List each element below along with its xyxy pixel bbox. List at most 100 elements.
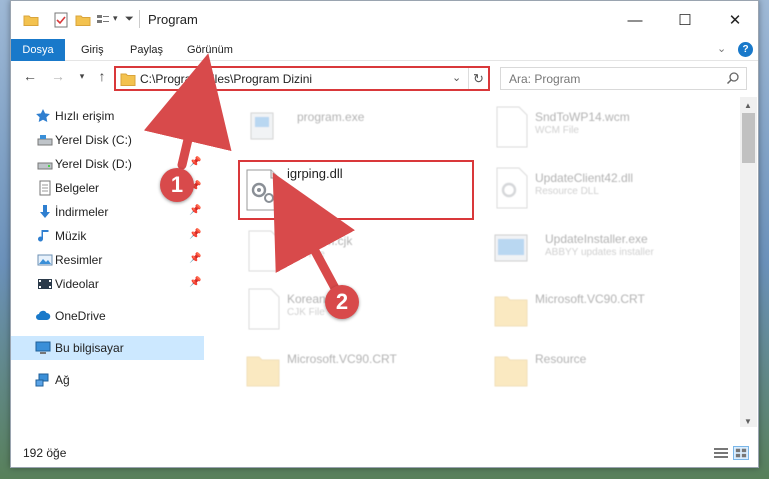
customize-toolbar-icon[interactable] bbox=[95, 12, 111, 28]
file-list: program.exe igrping.dll FileForm.cjk CJK… bbox=[211, 97, 741, 427]
new-folder-icon[interactable] bbox=[75, 12, 91, 28]
properties-icon[interactable] bbox=[53, 12, 69, 28]
details-view-icon[interactable] bbox=[713, 446, 729, 460]
title-bar: ▾ ⏷ Program — ☐ ✕ bbox=[11, 1, 758, 39]
maximize-button[interactable]: ☐ bbox=[662, 1, 708, 39]
back-arrow-icon[interactable]: ← bbox=[21, 68, 39, 88]
quick-access-menu-icon[interactable]: ⏷ bbox=[125, 13, 134, 26]
file-name: UpdateClient42.dll bbox=[535, 171, 634, 185]
sidebar-item-label: Resimler bbox=[55, 253, 103, 267]
pin-icon[interactable]: 📌 bbox=[189, 253, 201, 264]
help-icon[interactable]: ? bbox=[738, 42, 753, 57]
window-title: Program bbox=[148, 12, 198, 27]
chevron-down-icon[interactable]: ▾ bbox=[113, 13, 118, 24]
sidebar-item-videos[interactable]: Videolar 📌 bbox=[11, 272, 204, 296]
navigation-pane: Hızlı erişim Yerel Disk (C:) 📌 Yerel Dis… bbox=[11, 97, 204, 427]
close-button[interactable]: ✕ bbox=[712, 1, 758, 39]
file-item[interactable]: program.exe bbox=[239, 99, 474, 151]
sidebar-item-pictures[interactable]: Resimler 📌 bbox=[11, 248, 204, 272]
sidebar-item-label: İndirmeler bbox=[55, 205, 109, 219]
sidebar-item-label: Bu bilgisayar bbox=[55, 341, 124, 355]
dll-file-icon bbox=[496, 167, 528, 209]
vertical-scrollbar[interactable]: ▲ ▼ bbox=[740, 97, 757, 427]
pin-icon[interactable]: 📌 bbox=[189, 205, 201, 216]
file-icon bbox=[248, 230, 280, 272]
sidebar-item-local-disk-c[interactable]: Yerel Disk (C:) 📌 bbox=[11, 128, 204, 152]
file-item[interactable]: UpdateClient42.dll Resource DLL bbox=[487, 160, 722, 212]
pin-icon[interactable]: 📌 bbox=[189, 229, 201, 240]
downloads-icon bbox=[40, 205, 50, 218]
file-name: UpdateInstaller.exe bbox=[545, 232, 648, 246]
tab-view[interactable]: Görünüm bbox=[187, 39, 233, 61]
folder-name: Microsoft.VC90.CRT bbox=[287, 352, 397, 366]
sidebar-item-label: Hızlı erişim bbox=[55, 109, 115, 123]
pin-icon[interactable]: 📌 bbox=[189, 133, 201, 144]
pin-icon[interactable]: 📌 bbox=[189, 157, 201, 168]
computer-icon bbox=[35, 341, 51, 354]
search-icon bbox=[726, 72, 739, 85]
scrollbar-thumb[interactable] bbox=[742, 113, 755, 163]
file-name: program.exe bbox=[297, 110, 365, 124]
file-item-selected[interactable]: igrping.dll bbox=[239, 162, 474, 214]
step-marker-2: 2 bbox=[325, 285, 359, 319]
folder-icon bbox=[494, 356, 528, 387]
search-input[interactable]: Ara: Program bbox=[500, 67, 747, 90]
tiles-view-icon[interactable] bbox=[733, 446, 749, 460]
tab-share[interactable]: Paylaş bbox=[130, 39, 163, 61]
sidebar-item-label: Yerel Disk (C:) bbox=[55, 133, 132, 147]
sidebar-item-downloads[interactable]: İndirmeler 📌 bbox=[11, 200, 204, 224]
star-icon bbox=[36, 109, 50, 122]
sidebar-item-label: Belgeler bbox=[55, 181, 100, 195]
sidebar-item-label: Yerel Disk (D:) bbox=[55, 157, 132, 171]
folder-icon bbox=[120, 73, 136, 86]
music-icon bbox=[38, 230, 49, 242]
folder-item[interactable]: Microsoft.VC90.CRT bbox=[239, 341, 474, 393]
file-type: Resource DLL bbox=[535, 186, 599, 197]
sidebar-item-label: OneDrive bbox=[55, 309, 106, 323]
minimize-button[interactable]: — bbox=[612, 1, 658, 39]
drive-icon bbox=[37, 162, 53, 170]
documents-icon bbox=[39, 180, 51, 196]
folder-item[interactable]: Microsoft.VC90.CRT bbox=[487, 281, 722, 333]
up-arrow-icon[interactable]: ↑ bbox=[93, 68, 111, 88]
file-item[interactable]: FileForm.cjk CJK File bbox=[239, 223, 474, 275]
pin-icon[interactable]: 📌 bbox=[189, 277, 201, 288]
status-bar: 192 öğe bbox=[11, 441, 758, 467]
file-item[interactable]: UpdateInstaller.exe ABBYY updates instal… bbox=[487, 221, 722, 273]
file-name: igrping.dll bbox=[287, 166, 343, 181]
sidebar-item-network[interactable]: Ağ bbox=[11, 368, 204, 392]
drive-icon bbox=[37, 135, 53, 146]
sidebar-item-label: Ağ bbox=[55, 373, 70, 387]
sidebar-item-music[interactable]: Müzik 📌 bbox=[11, 224, 204, 248]
folder-name: Resource bbox=[535, 352, 587, 366]
file-type: WCM File bbox=[535, 125, 579, 136]
expand-ribbon-icon[interactable]: ⌄ bbox=[717, 42, 726, 55]
step-marker-1: 1 bbox=[160, 168, 194, 202]
chevron-down-icon[interactable]: ⌄ bbox=[452, 71, 461, 84]
folder-icon[interactable] bbox=[23, 12, 39, 28]
explorer-window: ▾ ⏷ Program — ☐ ✕ Dosya Giriş Paylaş Gör… bbox=[10, 0, 759, 468]
scroll-down-icon[interactable]: ▼ bbox=[744, 417, 752, 426]
forward-arrow-icon[interactable]: → bbox=[49, 68, 67, 88]
scroll-up-icon[interactable]: ▲ bbox=[744, 101, 752, 110]
file-item[interactable]: SndToWP14.wcm WCM File bbox=[487, 99, 722, 151]
videos-icon bbox=[38, 279, 52, 289]
file-name: FileForm.cjk bbox=[287, 234, 353, 248]
sidebar-item-onedrive[interactable]: OneDrive bbox=[11, 304, 204, 328]
refresh-icon[interactable]: ↻ bbox=[468, 68, 488, 89]
folder-icon bbox=[246, 356, 280, 387]
recent-locations-icon[interactable]: ▾ bbox=[73, 71, 91, 91]
cloud-icon bbox=[36, 310, 51, 320]
file-icon bbox=[248, 288, 280, 330]
address-bar[interactable]: C:\Program Files\Program Dizini ⌄ ↻ bbox=[114, 66, 490, 91]
tab-file[interactable]: Dosya bbox=[11, 39, 65, 61]
sidebar-item-quick-access[interactable]: Hızlı erişim bbox=[11, 104, 204, 128]
sidebar-item-this-pc[interactable]: Bu bilgisayar bbox=[11, 336, 204, 360]
folder-icon bbox=[494, 296, 528, 327]
title-divider bbox=[139, 10, 140, 28]
folder-item[interactable]: Resource bbox=[487, 341, 722, 393]
sidebar-item-label: Videolar bbox=[55, 277, 99, 291]
address-path: C:\Program Files\Program Dizini bbox=[140, 72, 313, 86]
tab-home[interactable]: Giriş bbox=[81, 39, 104, 61]
installer-icon bbox=[494, 234, 528, 262]
